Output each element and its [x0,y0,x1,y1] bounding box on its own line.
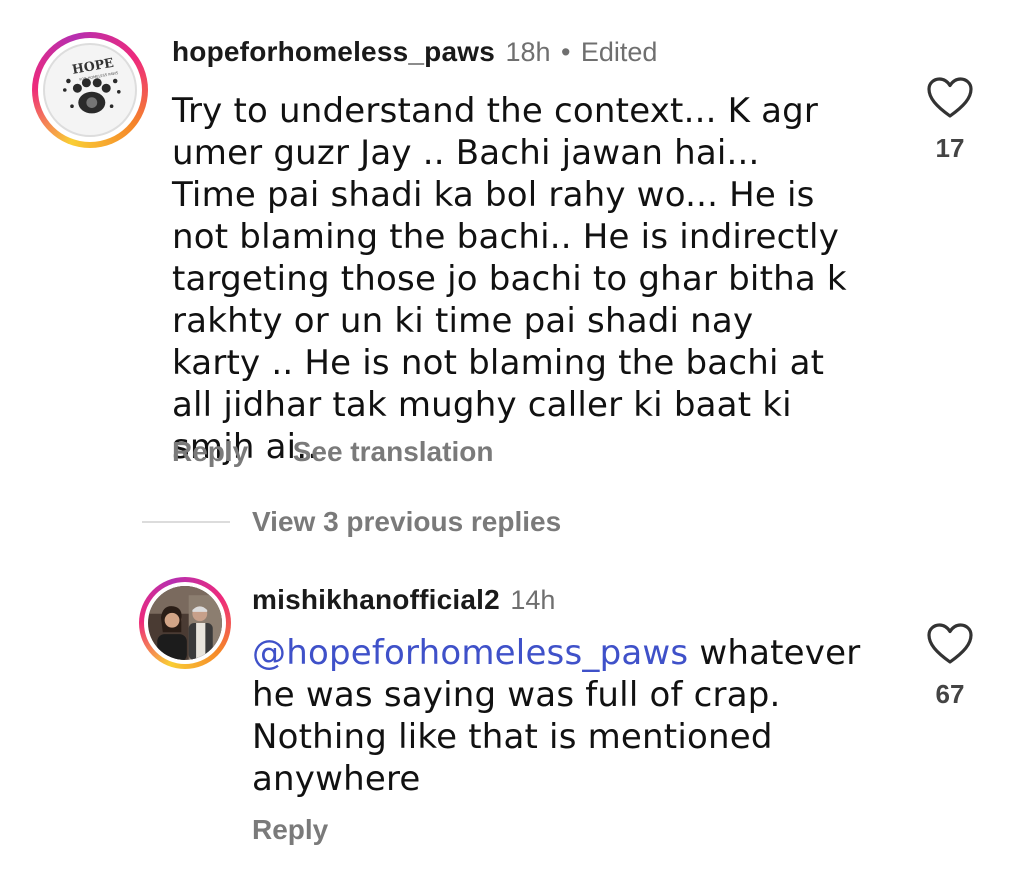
comment-text: Try to understand the context... K agr u… [172,91,847,467]
avatar-image [148,586,222,660]
paw-icon [63,78,121,114]
hope-logo: HOPE FOR HOMELESS PAWS [63,55,121,114]
profile-photo [148,586,222,660]
mention-link[interactable]: @hopeforhomeless_paws [252,633,688,673]
meta-separator: • [560,37,571,67]
reply-username[interactable]: mishikhanofficial2 [252,584,500,615]
avatar-image: HOPE FOR HOMELESS PAWS [43,43,137,137]
avatar-inner: HOPE FOR HOMELESS PAWS [38,38,142,142]
replies-divider [142,521,230,523]
comment-header: hopeforhomeless_paws 18h • Edited [172,36,657,68]
reply-header: mishikhanofficial2 14h [252,584,555,616]
view-previous-replies-button[interactable]: View 3 previous replies [252,506,561,538]
like-count: 17 [935,133,965,163]
reply-avatar[interactable] [139,577,231,669]
reply-time: 14h [510,585,556,615]
heart-outline-icon [927,77,973,118]
comment-time: 18h [505,37,551,67]
reply-like-button[interactable] [926,622,980,670]
see-translation-button[interactable]: See translation [293,436,494,467]
comment-actions: Reply See translation [172,436,493,468]
comment-avatar[interactable]: HOPE FOR HOMELESS PAWS [32,32,148,148]
edited-label: Edited [580,37,658,67]
reply-button[interactable]: Reply [172,436,248,467]
reply-like-count: 67 [935,679,965,709]
like-button[interactable] [926,76,980,124]
comment-username[interactable]: hopeforhomeless_paws [172,36,495,67]
heart-outline-icon [927,623,973,664]
reply-reply-button[interactable]: Reply [252,814,328,846]
avatar-inner [144,582,226,664]
reply-text: @hopeforhomeless_paws whatever he was sa… [252,632,892,800]
